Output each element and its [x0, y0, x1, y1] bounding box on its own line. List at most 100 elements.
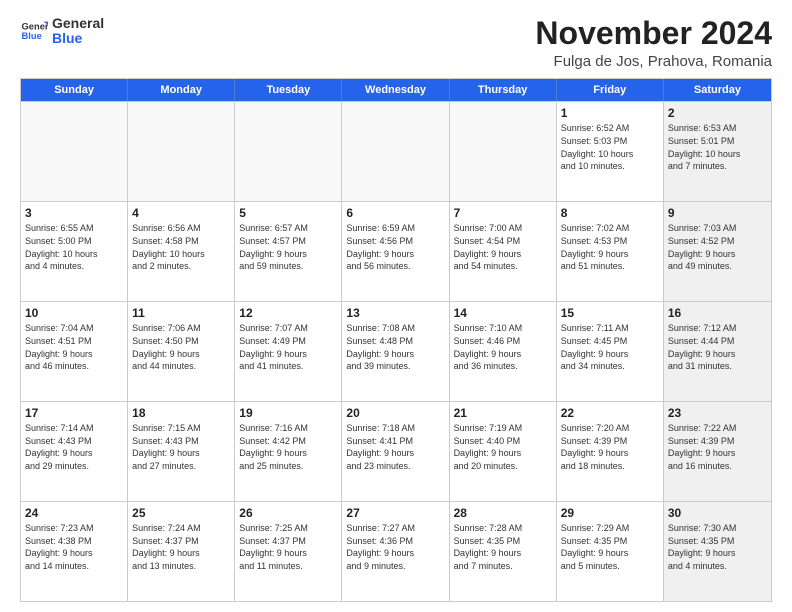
calendar-cell: 6Sunrise: 6:59 AM Sunset: 4:56 PM Daylig…	[342, 202, 449, 301]
calendar-cell: 25Sunrise: 7:24 AM Sunset: 4:37 PM Dayli…	[128, 502, 235, 601]
day-number: 12	[239, 305, 337, 321]
calendar-cell: 30Sunrise: 7:30 AM Sunset: 4:35 PM Dayli…	[664, 502, 771, 601]
calendar-cell: 9Sunrise: 7:03 AM Sunset: 4:52 PM Daylig…	[664, 202, 771, 301]
calendar-cell: 23Sunrise: 7:22 AM Sunset: 4:39 PM Dayli…	[664, 402, 771, 501]
day-number: 7	[454, 205, 552, 221]
day-info: Sunrise: 7:12 AM Sunset: 4:44 PM Dayligh…	[668, 322, 767, 372]
day-info: Sunrise: 7:03 AM Sunset: 4:52 PM Dayligh…	[668, 222, 767, 272]
day-number: 3	[25, 205, 123, 221]
day-info: Sunrise: 7:20 AM Sunset: 4:39 PM Dayligh…	[561, 422, 659, 472]
calendar-cell	[342, 102, 449, 201]
day-number: 18	[132, 405, 230, 421]
calendar-week: 24Sunrise: 7:23 AM Sunset: 4:38 PM Dayli…	[21, 501, 771, 601]
weekday-header: Sunday	[21, 79, 128, 101]
calendar-week: 1Sunrise: 6:52 AM Sunset: 5:03 PM Daylig…	[21, 101, 771, 201]
day-info: Sunrise: 6:59 AM Sunset: 4:56 PM Dayligh…	[346, 222, 444, 272]
day-info: Sunrise: 7:00 AM Sunset: 4:54 PM Dayligh…	[454, 222, 552, 272]
day-number: 23	[668, 405, 767, 421]
day-number: 10	[25, 305, 123, 321]
calendar-cell	[450, 102, 557, 201]
day-info: Sunrise: 7:22 AM Sunset: 4:39 PM Dayligh…	[668, 422, 767, 472]
weekday-header: Monday	[128, 79, 235, 101]
day-number: 17	[25, 405, 123, 421]
calendar-cell: 3Sunrise: 6:55 AM Sunset: 5:00 PM Daylig…	[21, 202, 128, 301]
day-info: Sunrise: 6:53 AM Sunset: 5:01 PM Dayligh…	[668, 122, 767, 172]
day-number: 28	[454, 505, 552, 521]
logo-icon: General Blue	[20, 17, 48, 45]
day-number: 9	[668, 205, 767, 221]
day-info: Sunrise: 7:14 AM Sunset: 4:43 PM Dayligh…	[25, 422, 123, 472]
day-number: 8	[561, 205, 659, 221]
day-info: Sunrise: 7:15 AM Sunset: 4:43 PM Dayligh…	[132, 422, 230, 472]
calendar-cell: 22Sunrise: 7:20 AM Sunset: 4:39 PM Dayli…	[557, 402, 664, 501]
day-number: 27	[346, 505, 444, 521]
calendar-cell: 11Sunrise: 7:06 AM Sunset: 4:50 PM Dayli…	[128, 302, 235, 401]
calendar-body: 1Sunrise: 6:52 AM Sunset: 5:03 PM Daylig…	[21, 101, 771, 601]
location: Fulga de Jos, Prahova, Romania	[535, 53, 772, 70]
day-info: Sunrise: 7:25 AM Sunset: 4:37 PM Dayligh…	[239, 522, 337, 572]
calendar-cell: 13Sunrise: 7:08 AM Sunset: 4:48 PM Dayli…	[342, 302, 449, 401]
calendar-cell: 8Sunrise: 7:02 AM Sunset: 4:53 PM Daylig…	[557, 202, 664, 301]
day-info: Sunrise: 7:24 AM Sunset: 4:37 PM Dayligh…	[132, 522, 230, 572]
calendar-cell: 24Sunrise: 7:23 AM Sunset: 4:38 PM Dayli…	[21, 502, 128, 601]
calendar-cell: 14Sunrise: 7:10 AM Sunset: 4:46 PM Dayli…	[450, 302, 557, 401]
day-number: 6	[346, 205, 444, 221]
day-info: Sunrise: 7:04 AM Sunset: 4:51 PM Dayligh…	[25, 322, 123, 372]
calendar-cell: 5Sunrise: 6:57 AM Sunset: 4:57 PM Daylig…	[235, 202, 342, 301]
calendar-cell: 18Sunrise: 7:15 AM Sunset: 4:43 PM Dayli…	[128, 402, 235, 501]
weekday-header: Wednesday	[342, 79, 449, 101]
logo-blue: Blue	[52, 31, 104, 46]
day-number: 15	[561, 305, 659, 321]
calendar-cell: 26Sunrise: 7:25 AM Sunset: 4:37 PM Dayli…	[235, 502, 342, 601]
header: General Blue General Blue November 2024 …	[20, 16, 772, 70]
calendar-cell: 28Sunrise: 7:28 AM Sunset: 4:35 PM Dayli…	[450, 502, 557, 601]
calendar-cell: 21Sunrise: 7:19 AM Sunset: 4:40 PM Dayli…	[450, 402, 557, 501]
day-info: Sunrise: 7:16 AM Sunset: 4:42 PM Dayligh…	[239, 422, 337, 472]
day-info: Sunrise: 7:29 AM Sunset: 4:35 PM Dayligh…	[561, 522, 659, 572]
day-info: Sunrise: 7:30 AM Sunset: 4:35 PM Dayligh…	[668, 522, 767, 572]
logo-general: General	[52, 16, 104, 31]
day-info: Sunrise: 7:28 AM Sunset: 4:35 PM Dayligh…	[454, 522, 552, 572]
day-info: Sunrise: 7:19 AM Sunset: 4:40 PM Dayligh…	[454, 422, 552, 472]
day-number: 19	[239, 405, 337, 421]
day-info: Sunrise: 7:06 AM Sunset: 4:50 PM Dayligh…	[132, 322, 230, 372]
day-info: Sunrise: 7:18 AM Sunset: 4:41 PM Dayligh…	[346, 422, 444, 472]
day-number: 22	[561, 405, 659, 421]
weekday-header: Saturday	[664, 79, 771, 101]
day-info: Sunrise: 7:10 AM Sunset: 4:46 PM Dayligh…	[454, 322, 552, 372]
day-number: 29	[561, 505, 659, 521]
day-info: Sunrise: 7:23 AM Sunset: 4:38 PM Dayligh…	[25, 522, 123, 572]
calendar-week: 3Sunrise: 6:55 AM Sunset: 5:00 PM Daylig…	[21, 201, 771, 301]
weekday-header: Friday	[557, 79, 664, 101]
calendar-cell: 4Sunrise: 6:56 AM Sunset: 4:58 PM Daylig…	[128, 202, 235, 301]
weekday-header: Tuesday	[235, 79, 342, 101]
day-info: Sunrise: 7:02 AM Sunset: 4:53 PM Dayligh…	[561, 222, 659, 272]
calendar-cell	[21, 102, 128, 201]
calendar-cell: 16Sunrise: 7:12 AM Sunset: 4:44 PM Dayli…	[664, 302, 771, 401]
calendar-cell: 15Sunrise: 7:11 AM Sunset: 4:45 PM Dayli…	[557, 302, 664, 401]
calendar-cell: 12Sunrise: 7:07 AM Sunset: 4:49 PM Dayli…	[235, 302, 342, 401]
calendar-cell: 7Sunrise: 7:00 AM Sunset: 4:54 PM Daylig…	[450, 202, 557, 301]
calendar-cell: 29Sunrise: 7:29 AM Sunset: 4:35 PM Dayli…	[557, 502, 664, 601]
day-number: 25	[132, 505, 230, 521]
page: General Blue General Blue November 2024 …	[0, 0, 792, 612]
calendar-week: 17Sunrise: 7:14 AM Sunset: 4:43 PM Dayli…	[21, 401, 771, 501]
logo: General Blue General Blue	[20, 16, 104, 47]
day-number: 4	[132, 205, 230, 221]
day-number: 30	[668, 505, 767, 521]
day-number: 2	[668, 105, 767, 121]
day-info: Sunrise: 7:11 AM Sunset: 4:45 PM Dayligh…	[561, 322, 659, 372]
day-info: Sunrise: 7:27 AM Sunset: 4:36 PM Dayligh…	[346, 522, 444, 572]
title-block: November 2024 Fulga de Jos, Prahova, Rom…	[535, 16, 772, 70]
calendar-cell: 20Sunrise: 7:18 AM Sunset: 4:41 PM Dayli…	[342, 402, 449, 501]
day-number: 16	[668, 305, 767, 321]
calendar: SundayMondayTuesdayWednesdayThursdayFrid…	[20, 78, 772, 602]
calendar-cell	[235, 102, 342, 201]
day-number: 5	[239, 205, 337, 221]
day-number: 1	[561, 105, 659, 121]
calendar-cell: 27Sunrise: 7:27 AM Sunset: 4:36 PM Dayli…	[342, 502, 449, 601]
day-info: Sunrise: 7:08 AM Sunset: 4:48 PM Dayligh…	[346, 322, 444, 372]
day-info: Sunrise: 6:55 AM Sunset: 5:00 PM Dayligh…	[25, 222, 123, 272]
calendar-cell: 10Sunrise: 7:04 AM Sunset: 4:51 PM Dayli…	[21, 302, 128, 401]
day-number: 11	[132, 305, 230, 321]
